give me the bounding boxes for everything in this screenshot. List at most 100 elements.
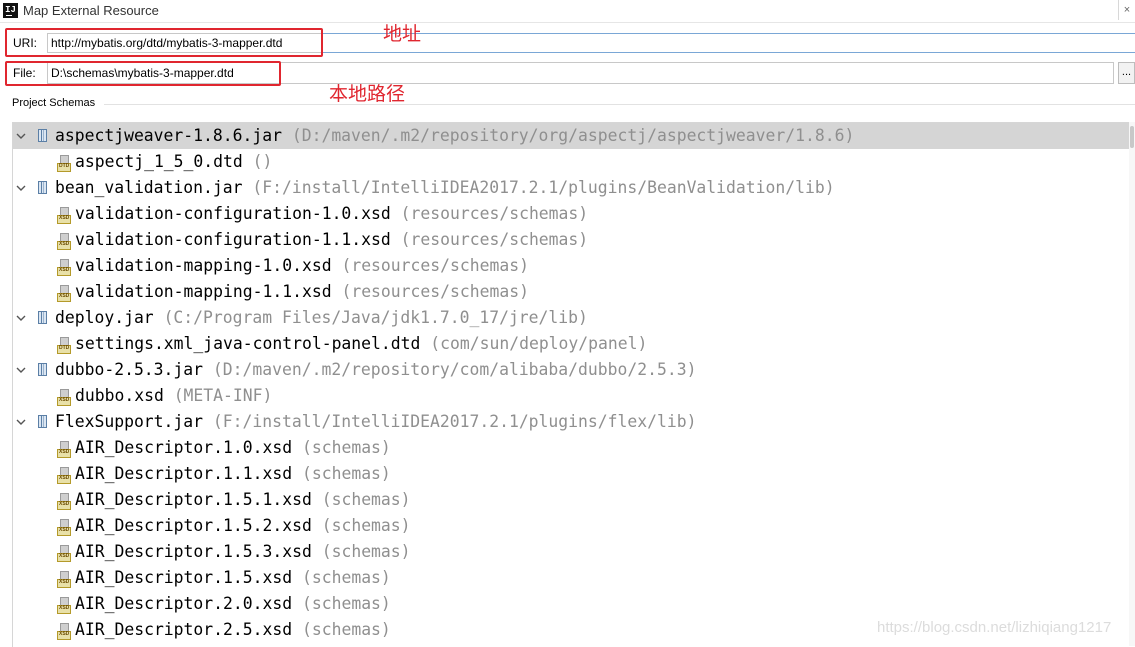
tree-item-label: AIR_Descriptor.1.0.xsd (schemas) — [75, 435, 391, 461]
xsd-file-icon: XSD — [57, 467, 72, 484]
tree-item-label: validation-mapping-1.0.xsd (resources/sc… — [75, 253, 529, 279]
item-name: aspectjweaver-1.8.6.jar — [55, 126, 282, 145]
xsd-file-icon: XSD — [57, 389, 72, 406]
item-path: (resources/schemas) — [400, 204, 589, 223]
item-name: settings.xml_java-control-panel.dtd — [75, 334, 421, 353]
item-name: dubbo-2.5.3.jar — [55, 360, 204, 379]
jar-icon — [38, 415, 47, 428]
tree-file-row[interactable]: XSD validation-mapping-1.0.xsd (resources… — [13, 253, 1135, 279]
xsd-file-icon: XSD — [57, 519, 72, 536]
xsd-file-icon: XSD — [57, 233, 72, 250]
item-path: (C:/Program Files/Java/jdk1.7.0_17/jre/l… — [163, 308, 588, 327]
item-name: AIR_Descriptor.1.5.3.xsd — [75, 542, 312, 561]
file-type-tag: XSD — [57, 241, 72, 250]
item-path: (schemas) — [321, 490, 411, 509]
tree-item-label: AIR_Descriptor.1.1.xsd (schemas) — [75, 461, 391, 487]
tree-item-label: settings.xml_java-control-panel.dtd (com… — [75, 331, 647, 357]
scrollbar-track[interactable] — [1129, 122, 1135, 646]
tree-file-row[interactable]: XSD validation-mapping-1.1.xsd (resources… — [13, 279, 1135, 305]
tree-file-row[interactable]: DTD settings.xml_java-control-panel.dtd (… — [13, 331, 1135, 357]
tree-file-row[interactable]: XSD dubbo.xsd (META-INF) — [13, 383, 1135, 409]
file-type-tag: DTD — [57, 163, 72, 172]
schemas-tree[interactable]: aspectjweaver-1.8.6.jar (D:/maven/.m2/re… — [12, 122, 1135, 647]
tree-jar-row[interactable]: FlexSupport.jar (F:/install/IntelliIDEA2… — [13, 409, 1135, 435]
jar-icon — [38, 363, 47, 376]
item-path: (schemas) — [301, 464, 391, 483]
item-name: dubbo.xsd — [75, 386, 164, 405]
item-path: (schemas) — [321, 542, 411, 561]
item-path: (resources/schemas) — [400, 230, 589, 249]
xsd-file-icon: XSD — [57, 623, 72, 640]
tree-item-label: AIR_Descriptor.1.5.1.xsd (schemas) — [75, 487, 411, 513]
tree-item-label: dubbo.xsd (META-INF) — [75, 383, 272, 409]
xsd-file-icon: XSD — [57, 545, 72, 562]
tree-item-label: validation-configuration-1.0.xsd (resour… — [75, 201, 588, 227]
tree-file-row[interactable]: XSD AIR_Descriptor.1.0.xsd (schemas) — [13, 435, 1135, 461]
item-path: (D:/maven/.m2/repository/com/alibaba/dub… — [212, 360, 697, 379]
tree-file-row[interactable]: XSD AIR_Descriptor.1.5.3.xsd (schemas) — [13, 539, 1135, 565]
tree-file-row[interactable]: DTD aspectj_1_5_0.dtd () — [13, 149, 1135, 175]
item-path: (F:/install/IntelliIDEA2017.2.1/plugins/… — [252, 178, 835, 197]
tree-item-label: AIR_Descriptor.1.5.xsd (schemas) — [75, 565, 391, 591]
uri-highlight-box — [5, 28, 323, 57]
tree-file-row[interactable]: XSD AIR_Descriptor.1.5.xsd (schemas) — [13, 565, 1135, 591]
tree-item-label: AIR_Descriptor.2.0.xsd (schemas) — [75, 591, 391, 617]
tree-jar-row[interactable]: dubbo-2.5.3.jar (D:/maven/.m2/repository… — [13, 357, 1135, 383]
tree-item-label: dubbo-2.5.3.jar (D:/maven/.m2/repository… — [55, 357, 696, 383]
dtd-file-icon: DTD — [57, 155, 72, 172]
chevron-down-icon[interactable] — [15, 416, 27, 428]
chevron-down-icon[interactable] — [15, 364, 27, 376]
tree-file-row[interactable]: XSD AIR_Descriptor.2.0.xsd (schemas) — [13, 591, 1135, 617]
file-type-tag: XSD — [57, 527, 72, 536]
tree-file-row[interactable]: XSD AIR_Descriptor.1.1.xsd (schemas) — [13, 461, 1135, 487]
file-type-tag: XSD — [57, 475, 72, 484]
dtd-file-icon: DTD — [57, 337, 72, 354]
jar-icon — [38, 129, 47, 142]
item-path: (META-INF) — [173, 386, 273, 405]
tree-jar-row[interactable]: deploy.jar (C:/Program Files/Java/jdk1.7… — [13, 305, 1135, 331]
xsd-file-icon: XSD — [57, 571, 72, 588]
tree-item-label: aspectj_1_5_0.dtd () — [75, 149, 272, 175]
item-path: (schemas) — [301, 568, 391, 587]
xsd-file-icon: XSD — [57, 259, 72, 276]
item-name: AIR_Descriptor.1.5.xsd — [75, 568, 293, 587]
item-path: (F:/install/IntelliIDEA2017.2.1/plugins/… — [212, 412, 697, 431]
item-name: FlexSupport.jar — [55, 412, 204, 431]
item-path: (resources/schemas) — [341, 256, 529, 275]
annotation-local-path: 本地路径 — [329, 84, 406, 105]
intellij-logo-icon: IJ — [3, 3, 18, 18]
xsd-file-icon: XSD — [57, 597, 72, 614]
item-name: AIR_Descriptor.2.5.xsd — [75, 620, 293, 639]
item-name: validation-configuration-1.0.xsd — [75, 204, 391, 223]
file-type-tag: XSD — [57, 501, 72, 510]
item-name: validation-mapping-1.0.xsd — [75, 256, 332, 275]
tree-file-row[interactable]: XSD AIR_Descriptor.1.5.1.xsd (schemas) — [13, 487, 1135, 513]
item-name: AIR_Descriptor.1.0.xsd — [75, 438, 293, 457]
item-name: bean_validation.jar — [55, 178, 243, 197]
project-schemas-title: Project Schemas — [12, 97, 100, 109]
chevron-down-icon[interactable] — [15, 312, 27, 324]
tree-item-label: FlexSupport.jar (F:/install/IntelliIDEA2… — [55, 409, 696, 435]
tree-item-label: AIR_Descriptor.1.5.3.xsd (schemas) — [75, 539, 411, 565]
file-type-tag: XSD — [57, 579, 72, 588]
tree-item-label: aspectjweaver-1.8.6.jar (D:/maven/.m2/re… — [55, 123, 854, 149]
chevron-down-icon[interactable] — [15, 130, 27, 142]
scrollbar-thumb[interactable] — [1130, 126, 1134, 148]
tree-file-row[interactable]: XSD validation-configuration-1.1.xsd (res… — [13, 227, 1135, 253]
item-name: validation-configuration-1.1.xsd — [75, 230, 391, 249]
browse-button[interactable]: ... — [1118, 62, 1135, 84]
tree-file-row[interactable]: XSD validation-configuration-1.0.xsd (res… — [13, 201, 1135, 227]
item-path: (resources/schemas) — [341, 282, 529, 301]
item-name: aspectj_1_5_0.dtd — [75, 152, 243, 171]
tree-jar-row[interactable]: bean_validation.jar (F:/install/IntelliI… — [13, 175, 1135, 201]
item-path: (schemas) — [321, 516, 411, 535]
close-icon[interactable]: × — [1118, 0, 1135, 20]
item-name: deploy.jar — [55, 308, 154, 327]
chevron-down-icon[interactable] — [15, 182, 27, 194]
file-type-tag: XSD — [57, 267, 72, 276]
tree-file-row[interactable]: XSD AIR_Descriptor.1.5.2.xsd (schemas) — [13, 513, 1135, 539]
tree-jar-row[interactable]: aspectjweaver-1.8.6.jar (D:/maven/.m2/re… — [13, 123, 1135, 149]
item-name: AIR_Descriptor.1.1.xsd — [75, 464, 293, 483]
item-name: AIR_Descriptor.1.5.1.xsd — [75, 490, 312, 509]
item-path: (schemas) — [301, 594, 391, 613]
